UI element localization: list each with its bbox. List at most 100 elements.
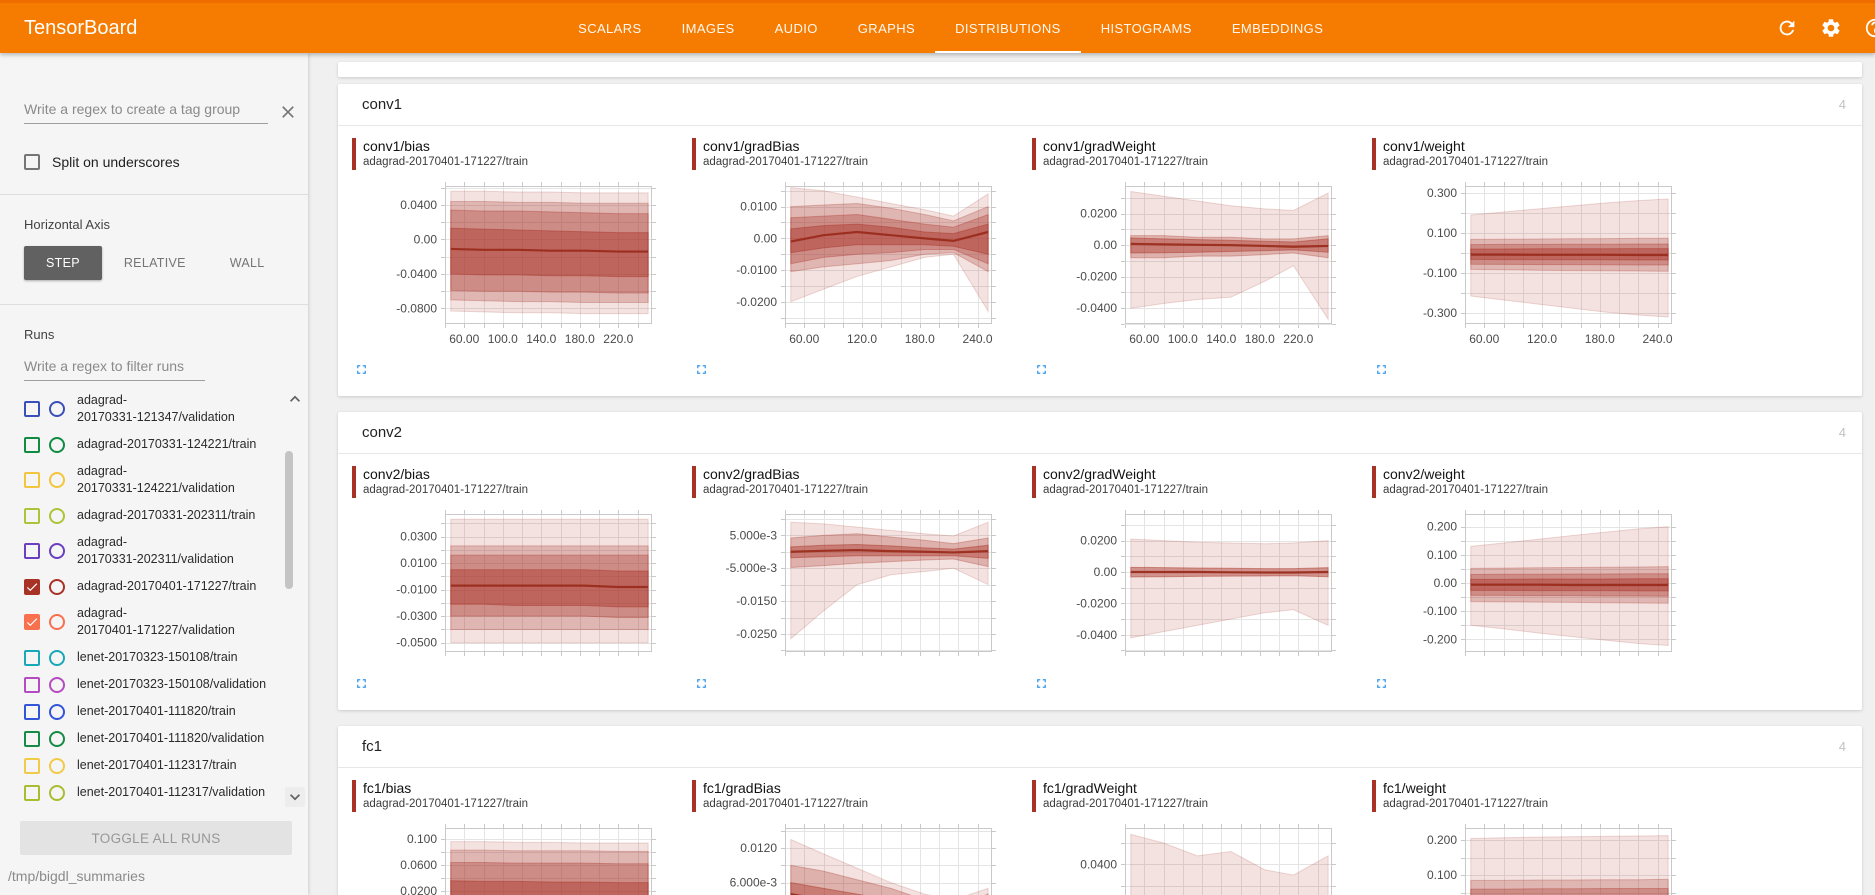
run-item[interactable]: lenet-20170323-150108/train (0, 644, 308, 671)
chart-title-block: fc1/biasadagrad-20170401-171227/train (352, 780, 692, 812)
svg-text:-0.0300: -0.0300 (396, 609, 437, 623)
scroll-down-icon[interactable] (285, 787, 305, 807)
expand-icon[interactable] (1034, 676, 1050, 692)
chart-run-name: adagrad-20170401-171227/train (1043, 797, 1208, 812)
section-title: fc1 (362, 738, 382, 755)
run-radio[interactable] (49, 677, 65, 693)
run-item[interactable]: adagrad- 20170331-121347/validation (0, 387, 308, 431)
run-radio[interactable] (49, 543, 65, 559)
svg-text:-0.100: -0.100 (1423, 604, 1457, 618)
tab-scalars[interactable]: SCALARS (558, 3, 662, 53)
tab-graphs[interactable]: GRAPHS (838, 3, 935, 53)
chart-title-block: conv2/biasadagrad-20170401-171227/train (352, 466, 692, 498)
expand-icon[interactable] (694, 362, 710, 378)
settings-icon[interactable] (1820, 17, 1842, 39)
svg-text:180.0: 180.0 (905, 332, 935, 346)
run-radio[interactable] (49, 437, 65, 453)
run-item[interactable]: lenet-20170401-111820/train (0, 698, 308, 725)
chart-titles: conv1/weightadagrad-20170401-171227/trai… (1383, 138, 1548, 170)
run-radio[interactable] (49, 650, 65, 666)
run-item[interactable]: adagrad-20170401-171227/train (0, 573, 308, 600)
run-checkbox[interactable] (24, 401, 40, 417)
run-radio[interactable] (49, 472, 65, 488)
app-title: TensorBoard (24, 17, 137, 40)
run-checkbox[interactable] (24, 785, 40, 801)
run-item[interactable]: lenet-20170401-111820/validation (0, 725, 308, 752)
run-item[interactable]: adagrad- 20170401-171227/validation (0, 600, 308, 644)
chart-titles: conv2/biasadagrad-20170401-171227/train (363, 466, 528, 498)
expand-icon[interactable] (1034, 362, 1050, 378)
runs-filter-input[interactable] (24, 354, 205, 381)
tab-distributions[interactable]: DISTRIBUTIONS (935, 3, 1081, 53)
tab-images[interactable]: IMAGES (662, 3, 755, 53)
expand-icon[interactable] (354, 676, 370, 692)
previous-section-card-edge (338, 62, 1862, 77)
run-radio[interactable] (49, 704, 65, 720)
chart-footer (1374, 362, 1712, 382)
axis-step-button[interactable]: STEP (24, 246, 102, 280)
scroll-up-icon[interactable] (285, 389, 305, 409)
svg-text:0.0120: 0.0120 (740, 841, 777, 855)
section-header[interactable]: conv24 (338, 412, 1862, 454)
run-checkbox[interactable] (24, 508, 40, 524)
chart-card: conv1/gradWeightadagrad-20170401-171227/… (1032, 138, 1372, 382)
refresh-icon[interactable] (1776, 17, 1798, 39)
svg-text:140.0: 140.0 (526, 332, 556, 346)
tag-regex-input[interactable] (24, 97, 268, 124)
run-checkbox[interactable] (24, 543, 40, 559)
help-icon[interactable] (1864, 17, 1875, 39)
run-label: lenet-20170323-150108/validation (77, 676, 266, 693)
svg-text:180.0: 180.0 (1585, 332, 1615, 346)
expand-icon[interactable] (694, 676, 710, 692)
run-checkbox[interactable] (24, 704, 40, 720)
run-item[interactable]: adagrad-20170331-202311/train (0, 502, 308, 529)
run-checkbox[interactable] (24, 437, 40, 453)
run-item[interactable]: adagrad- 20170331-202311/validation (0, 529, 308, 573)
run-item[interactable]: lenet-20170401-112317/validation (0, 779, 308, 806)
section-header[interactable]: fc14 (338, 726, 1862, 768)
runs-scrollbar-thumb[interactable] (285, 451, 293, 589)
run-checkbox[interactable] (24, 472, 40, 488)
chart-card: fc1/biasadagrad-20170401-171227/train0.1… (352, 780, 692, 895)
chart-tag-name: conv1/bias (363, 138, 528, 155)
toggle-all-runs-button[interactable]: TOGGLE ALL RUNS (20, 821, 292, 855)
expand-icon[interactable] (1374, 362, 1390, 378)
run-checkbox[interactable] (24, 677, 40, 693)
chart-tag-name: fc1/gradBias (703, 780, 868, 797)
run-checkbox[interactable] (24, 731, 40, 747)
split-underscores-row[interactable]: Split on underscores (24, 154, 308, 170)
log-dir-path: /tmp/bigdl_summaries (8, 868, 308, 884)
run-radio[interactable] (49, 785, 65, 801)
svg-text:0.0200: 0.0200 (1080, 534, 1117, 548)
run-checkbox[interactable] (24, 614, 40, 630)
run-label: lenet-20170401-112317/train (77, 757, 237, 774)
svg-text:0.200: 0.200 (1427, 520, 1457, 534)
chart-card: fc1/gradWeightadagrad-20170401-171227/tr… (1032, 780, 1372, 895)
tab-embeddings[interactable]: EMBEDDINGS (1212, 3, 1343, 53)
tab-histograms[interactable]: HISTOGRAMS (1081, 3, 1212, 53)
run-item[interactable]: adagrad- 20170331-124221/validation (0, 458, 308, 502)
distribution-plot: 0.01206.000e-30.00-6.000e-3 (692, 824, 1032, 895)
run-checkbox[interactable] (24, 650, 40, 666)
run-radio[interactable] (49, 508, 65, 524)
run-radio[interactable] (49, 731, 65, 747)
chart-tag-name: conv2/gradBias (703, 466, 868, 483)
run-item[interactable]: lenet-20170401-112317/train (0, 752, 308, 779)
split-underscores-checkbox[interactable] (24, 154, 40, 170)
run-radio[interactable] (49, 401, 65, 417)
close-icon[interactable] (278, 102, 298, 122)
run-radio[interactable] (49, 579, 65, 595)
tab-audio[interactable]: AUDIO (755, 3, 838, 53)
axis-wall-button[interactable]: WALL (208, 246, 287, 280)
run-checkbox[interactable] (24, 579, 40, 595)
expand-icon[interactable] (1374, 676, 1390, 692)
run-radio[interactable] (49, 614, 65, 630)
section-header[interactable]: conv14 (338, 84, 1862, 126)
run-checkbox[interactable] (24, 758, 40, 774)
run-item[interactable]: lenet-20170323-150108/validation (0, 671, 308, 698)
run-item[interactable]: adagrad-20170331-124221/train (0, 431, 308, 458)
axis-relative-button[interactable]: RELATIVE (102, 246, 208, 280)
expand-icon[interactable] (354, 362, 370, 378)
nav-tabs: SCALARSIMAGESAUDIOGRAPHSDISTRIBUTIONSHIS… (558, 3, 1343, 53)
run-radio[interactable] (49, 758, 65, 774)
